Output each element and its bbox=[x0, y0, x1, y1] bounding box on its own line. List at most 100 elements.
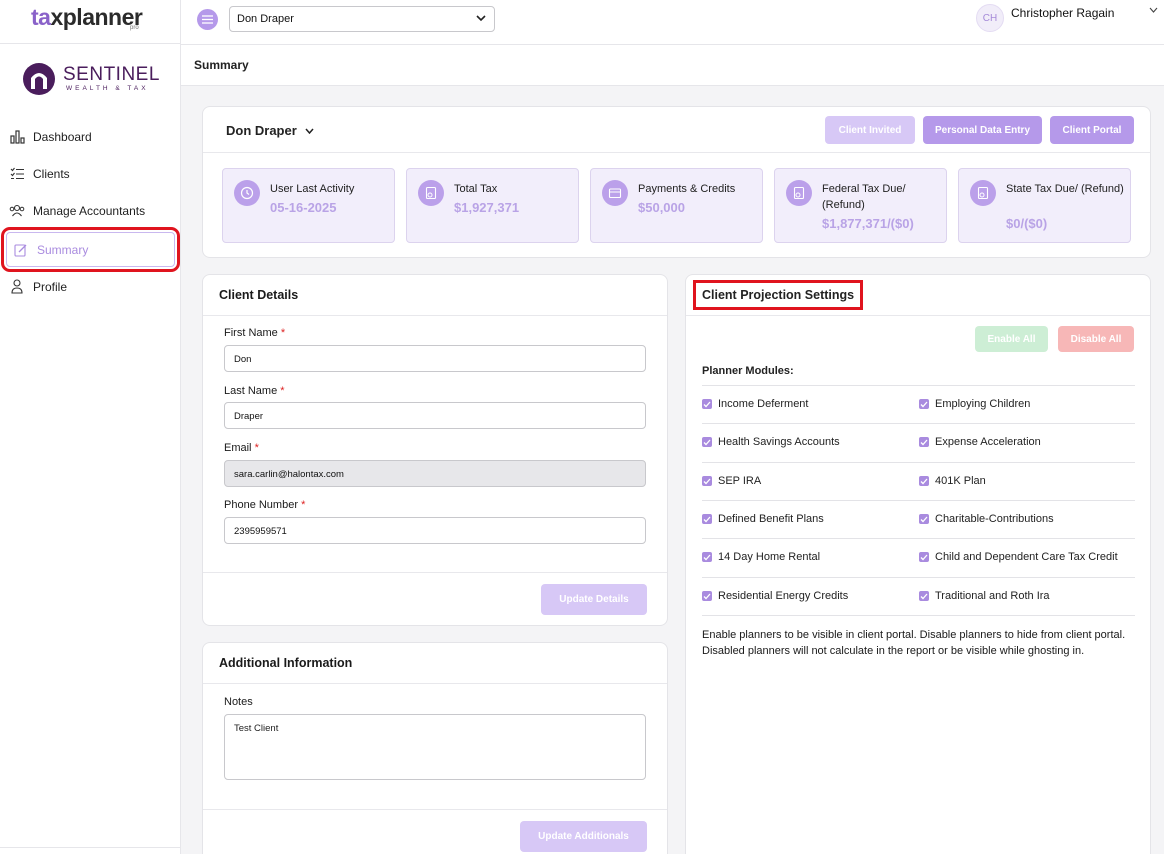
stat-value: $1,927,371 bbox=[454, 200, 520, 215]
edit-icon bbox=[13, 242, 29, 258]
stat-card-last-activity: User Last Activity 05-16-2025 bbox=[222, 168, 395, 243]
client-select[interactable]: Don Draper bbox=[229, 6, 495, 32]
checkmark-icon bbox=[702, 399, 712, 409]
divider bbox=[203, 315, 667, 316]
client-invited-button[interactable]: Client Invited bbox=[825, 116, 915, 144]
checkmark-icon bbox=[919, 437, 929, 447]
client-portal-button[interactable]: Client Portal bbox=[1050, 116, 1134, 144]
sidebar-item-manage-accountants[interactable]: Manage Accountants bbox=[0, 192, 181, 229]
chart-icon bbox=[9, 129, 25, 145]
sidebar-item-label: Summary bbox=[37, 242, 89, 257]
module-checkbox[interactable]: 401K Plan bbox=[919, 475, 986, 487]
sidebar: taxplanner pro SENTINEL WEALTH & TAX Das… bbox=[0, 0, 181, 854]
module-checkbox[interactable]: Income Deferment bbox=[702, 398, 808, 410]
module-checkbox[interactable]: Health Savings Accounts bbox=[702, 436, 840, 448]
checkmark-icon bbox=[702, 591, 712, 601]
module-checkbox[interactable]: Residential Energy Credits bbox=[702, 590, 848, 602]
clock-icon bbox=[234, 180, 260, 206]
module-checkbox[interactable]: SEP IRA bbox=[702, 475, 761, 487]
module-checkbox[interactable]: Charitable-Contributions bbox=[919, 513, 1054, 525]
stat-card-federal-tax: Federal Tax Due/ (Refund) $1,877,371/($0… bbox=[774, 168, 947, 243]
module-checkbox[interactable]: Expense Acceleration bbox=[919, 436, 1041, 448]
wallet-icon bbox=[602, 180, 628, 206]
stat-value: 05-16-2025 bbox=[270, 200, 337, 215]
tax-document-icon bbox=[970, 180, 996, 206]
brand-name: SENTINEL bbox=[63, 64, 160, 86]
divider bbox=[203, 809, 667, 810]
email-field: sara.carlin@halontax.com bbox=[224, 460, 646, 487]
app-logo[interactable]: taxplanner bbox=[31, 4, 143, 31]
stat-label: State Tax Due/ (Refund) bbox=[1006, 183, 1124, 195]
list-icon bbox=[9, 166, 25, 182]
module-checkbox[interactable]: Child and Dependent Care Tax Credit bbox=[919, 551, 1118, 563]
client-name-dropdown[interactable]: Don Draper bbox=[226, 123, 314, 138]
sidebar-item-label: Profile bbox=[33, 279, 68, 294]
card-title: Client Details bbox=[219, 288, 299, 302]
menu-toggle-button[interactable] bbox=[197, 9, 218, 30]
projection-note: Enable planners to be visible in client … bbox=[702, 629, 1126, 657]
update-additionals-button[interactable]: Update Additionals bbox=[520, 821, 647, 852]
summary-card: Don Draper Client Invited Personal Data … bbox=[202, 106, 1151, 258]
divider bbox=[203, 683, 667, 684]
sidebar-item-label: Dashboard bbox=[33, 129, 92, 144]
checkmark-icon bbox=[919, 399, 929, 409]
module-checkbox[interactable]: 14 Day Home Rental bbox=[702, 551, 820, 563]
module-row: Defined Benefit Plans Charitable-Contrib… bbox=[702, 500, 1135, 539]
personal-data-entry-button[interactable]: Personal Data Entry bbox=[923, 116, 1042, 144]
divider bbox=[686, 315, 1150, 316]
user-icon bbox=[9, 279, 25, 295]
brand-tagline: WEALTH & TAX bbox=[66, 85, 149, 93]
sidebar-item-profile[interactable]: Profile bbox=[0, 268, 181, 305]
checkmark-icon bbox=[919, 476, 929, 486]
last-name-field[interactable]: Draper bbox=[224, 402, 646, 429]
logo-pro-label: pro bbox=[130, 25, 139, 31]
topbar: Don Draper CH Christopher Ragain bbox=[181, 0, 1164, 45]
divider bbox=[203, 152, 1150, 153]
checkmark-icon bbox=[919, 552, 929, 562]
page-title: Summary bbox=[194, 58, 249, 72]
checkmark-icon bbox=[919, 514, 929, 524]
update-details-button[interactable]: Update Details bbox=[541, 584, 647, 615]
client-details-card: Client Details First Name * Don Last Nam… bbox=[202, 274, 668, 626]
sidebar-item-clients[interactable]: Clients bbox=[0, 155, 181, 192]
additional-info-card: Additional Information Notes Test Client… bbox=[202, 642, 668, 854]
hamburger-icon bbox=[202, 15, 213, 24]
first-name-field[interactable]: Don bbox=[224, 345, 646, 372]
phone-field[interactable]: 2395959571 bbox=[224, 517, 646, 544]
chevron-down-icon bbox=[476, 15, 486, 22]
module-checkbox[interactable]: Defined Benefit Plans bbox=[702, 513, 824, 525]
chevron-down-icon bbox=[305, 128, 314, 134]
logo-area: taxplanner pro bbox=[0, 0, 180, 44]
sidebar-nav: Dashboard Clients Manage Accountants Sum… bbox=[0, 118, 181, 305]
notes-textarea[interactable]: Test Client bbox=[224, 714, 646, 780]
stat-label: User Last Activity bbox=[270, 183, 355, 195]
projection-settings-card: Client Projection Settings Enable All Di… bbox=[685, 274, 1151, 854]
sentinel-logo-icon bbox=[23, 63, 55, 95]
avatar[interactable]: CH bbox=[976, 4, 1004, 32]
checkmark-icon bbox=[919, 591, 929, 601]
sidebar-item-dashboard[interactable]: Dashboard bbox=[0, 118, 181, 155]
enable-all-button[interactable]: Enable All bbox=[975, 326, 1048, 352]
module-checkbox[interactable]: Employing Children bbox=[919, 398, 1030, 410]
user-name[interactable]: Christopher Ragain bbox=[1011, 6, 1114, 20]
card-title: Additional Information bbox=[219, 656, 353, 670]
module-row: SEP IRA 401K Plan bbox=[702, 462, 1135, 501]
sidebar-item-summary[interactable]: Summary bbox=[1, 227, 180, 272]
stat-label: Federal Tax Due/ (Refund) bbox=[822, 183, 906, 211]
stat-label: Payments & Credits bbox=[638, 183, 736, 195]
module-checkbox[interactable]: Traditional and Roth Ira bbox=[919, 590, 1050, 602]
email-label: Email * bbox=[224, 442, 259, 454]
phone-label: Phone Number * bbox=[224, 499, 306, 511]
client-select-value: Don Draper bbox=[237, 13, 294, 25]
sidebar-divider bbox=[0, 847, 181, 848]
module-row: 14 Day Home Rental Child and Dependent C… bbox=[702, 538, 1135, 577]
stat-value: $0/($0) bbox=[1006, 216, 1048, 231]
disable-all-button[interactable]: Disable All bbox=[1058, 326, 1134, 352]
tax-document-icon bbox=[786, 180, 812, 206]
card-title: Client Projection Settings bbox=[692, 280, 864, 310]
planner-modules-title: Planner Modules: bbox=[702, 365, 794, 377]
divider bbox=[203, 572, 667, 573]
user-menu-chevron-icon[interactable] bbox=[1149, 7, 1158, 13]
checkmark-icon bbox=[702, 552, 712, 562]
sidebar-item-label: Manage Accountants bbox=[33, 203, 146, 218]
